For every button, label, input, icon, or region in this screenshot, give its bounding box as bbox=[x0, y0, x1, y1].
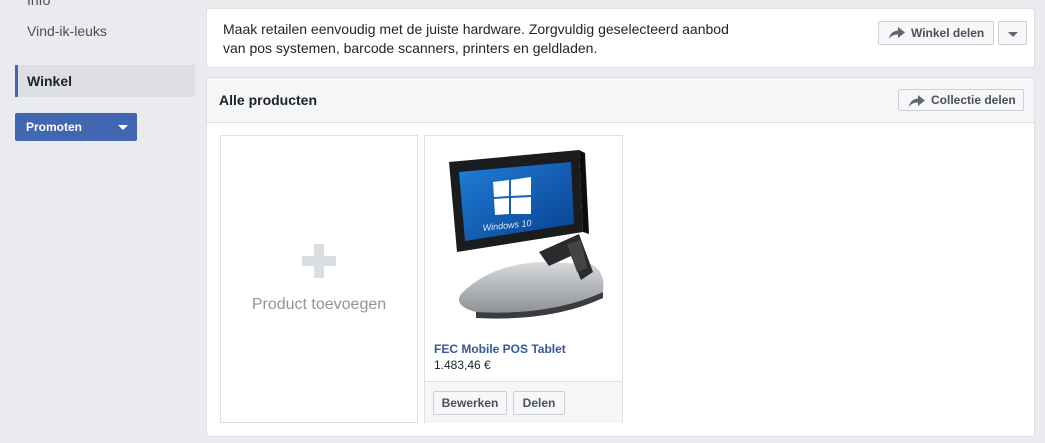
shop-description-card: Maak retailen eenvoudig met de juiste ha… bbox=[206, 8, 1035, 68]
product-price: 1.483,46 € bbox=[434, 358, 491, 372]
share-collection-label: Collectie delen bbox=[931, 93, 1016, 107]
edit-product-button[interactable]: Bewerken bbox=[433, 391, 507, 415]
promote-button[interactable]: Promoten bbox=[15, 113, 137, 141]
plus-icon-bar bbox=[302, 256, 336, 266]
product-tile: Windows 10 FEC Mobile POS Tablet 1.483,4… bbox=[424, 135, 623, 423]
pos-tablet-image: Windows 10 bbox=[449, 150, 604, 319]
sidebar-item-shop[interactable]: Winkel bbox=[15, 65, 195, 97]
sidebar-item-info[interactable]: Info bbox=[27, 0, 207, 8]
add-product-label: Product toevoegen bbox=[251, 296, 387, 313]
promote-label: Promoten bbox=[26, 120, 83, 134]
share-arrow-icon bbox=[889, 27, 905, 39]
chevron-down-icon bbox=[1008, 32, 1018, 37]
shop-description: Maak retailen eenvoudig met de juiste ha… bbox=[223, 21, 729, 56]
product-name[interactable]: FEC Mobile POS Tablet bbox=[434, 342, 566, 356]
share-product-button[interactable]: Delen bbox=[513, 391, 565, 415]
chevron-down-icon bbox=[118, 125, 128, 130]
products-card: Alle producten Collectie delen Product t… bbox=[206, 77, 1035, 437]
share-shop-label: Winkel delen bbox=[911, 26, 985, 40]
shop-more-menu-button[interactable] bbox=[998, 21, 1027, 45]
product-actions: Bewerken Delen bbox=[425, 381, 622, 423]
share-arrow-icon bbox=[909, 95, 925, 107]
left-sidebar: Info Vind-ik-leuks Winkel Promoten bbox=[0, 0, 200, 443]
collection-title: Alle producten bbox=[219, 92, 318, 108]
share-shop-button[interactable]: Winkel delen bbox=[878, 21, 994, 45]
products-header: Alle producten Collectie delen bbox=[207, 78, 1034, 123]
sidebar-item-likes[interactable]: Vind-ik-leuks bbox=[27, 22, 117, 40]
product-image[interactable]: Windows 10 bbox=[431, 144, 617, 334]
add-product-tile[interactable]: Product toevoegen bbox=[220, 135, 418, 423]
share-collection-button[interactable]: Collectie delen bbox=[898, 89, 1024, 111]
